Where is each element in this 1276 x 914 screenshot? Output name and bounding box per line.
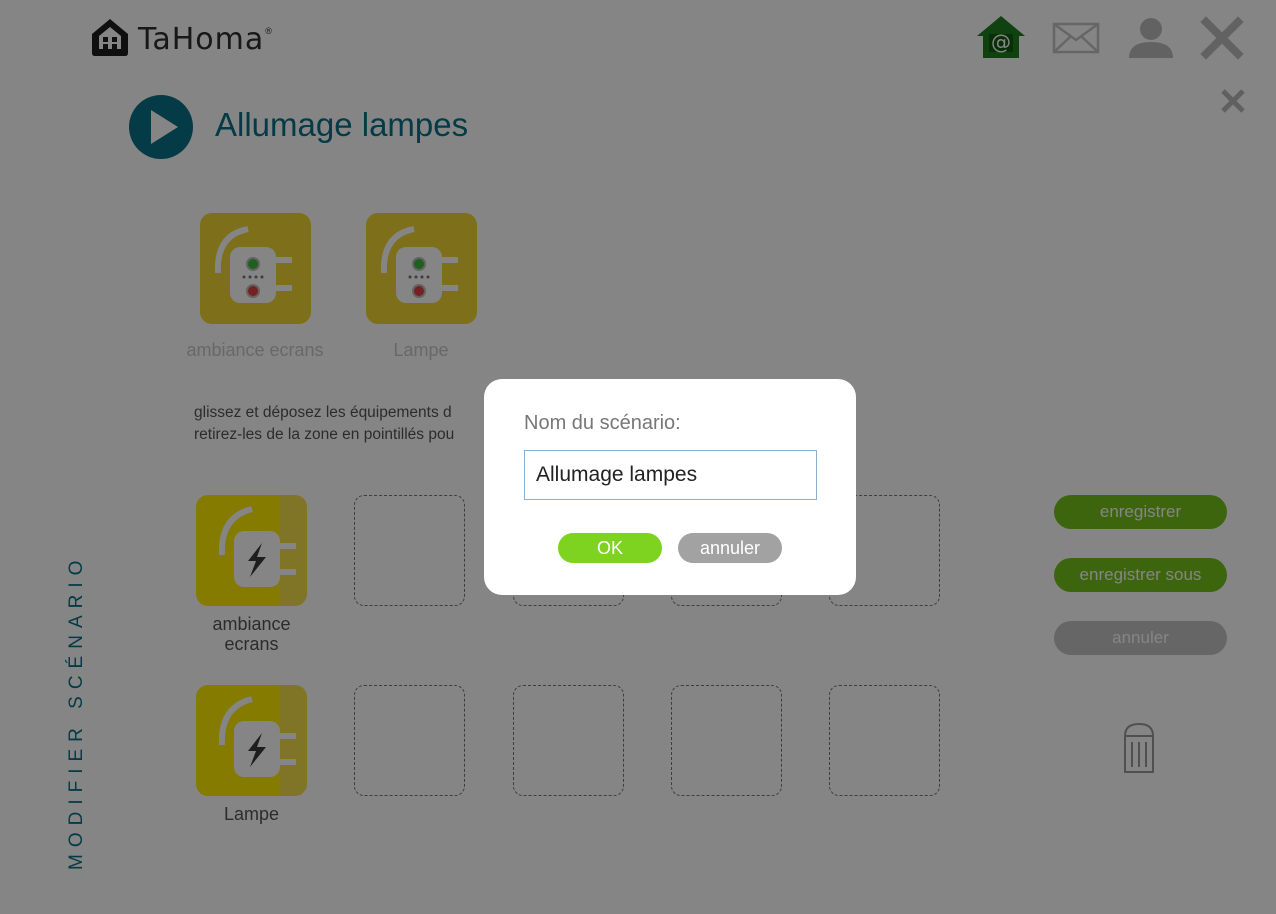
scenario-name-input[interactable] (524, 450, 817, 500)
dialog-ok-button[interactable]: OK (558, 533, 662, 563)
dialog-cancel-button[interactable]: annuler (678, 533, 782, 563)
dialog-label: Nom du scénario: (524, 412, 681, 434)
scenario-name-dialog: Nom du scénario: OK annuler (484, 379, 856, 595)
